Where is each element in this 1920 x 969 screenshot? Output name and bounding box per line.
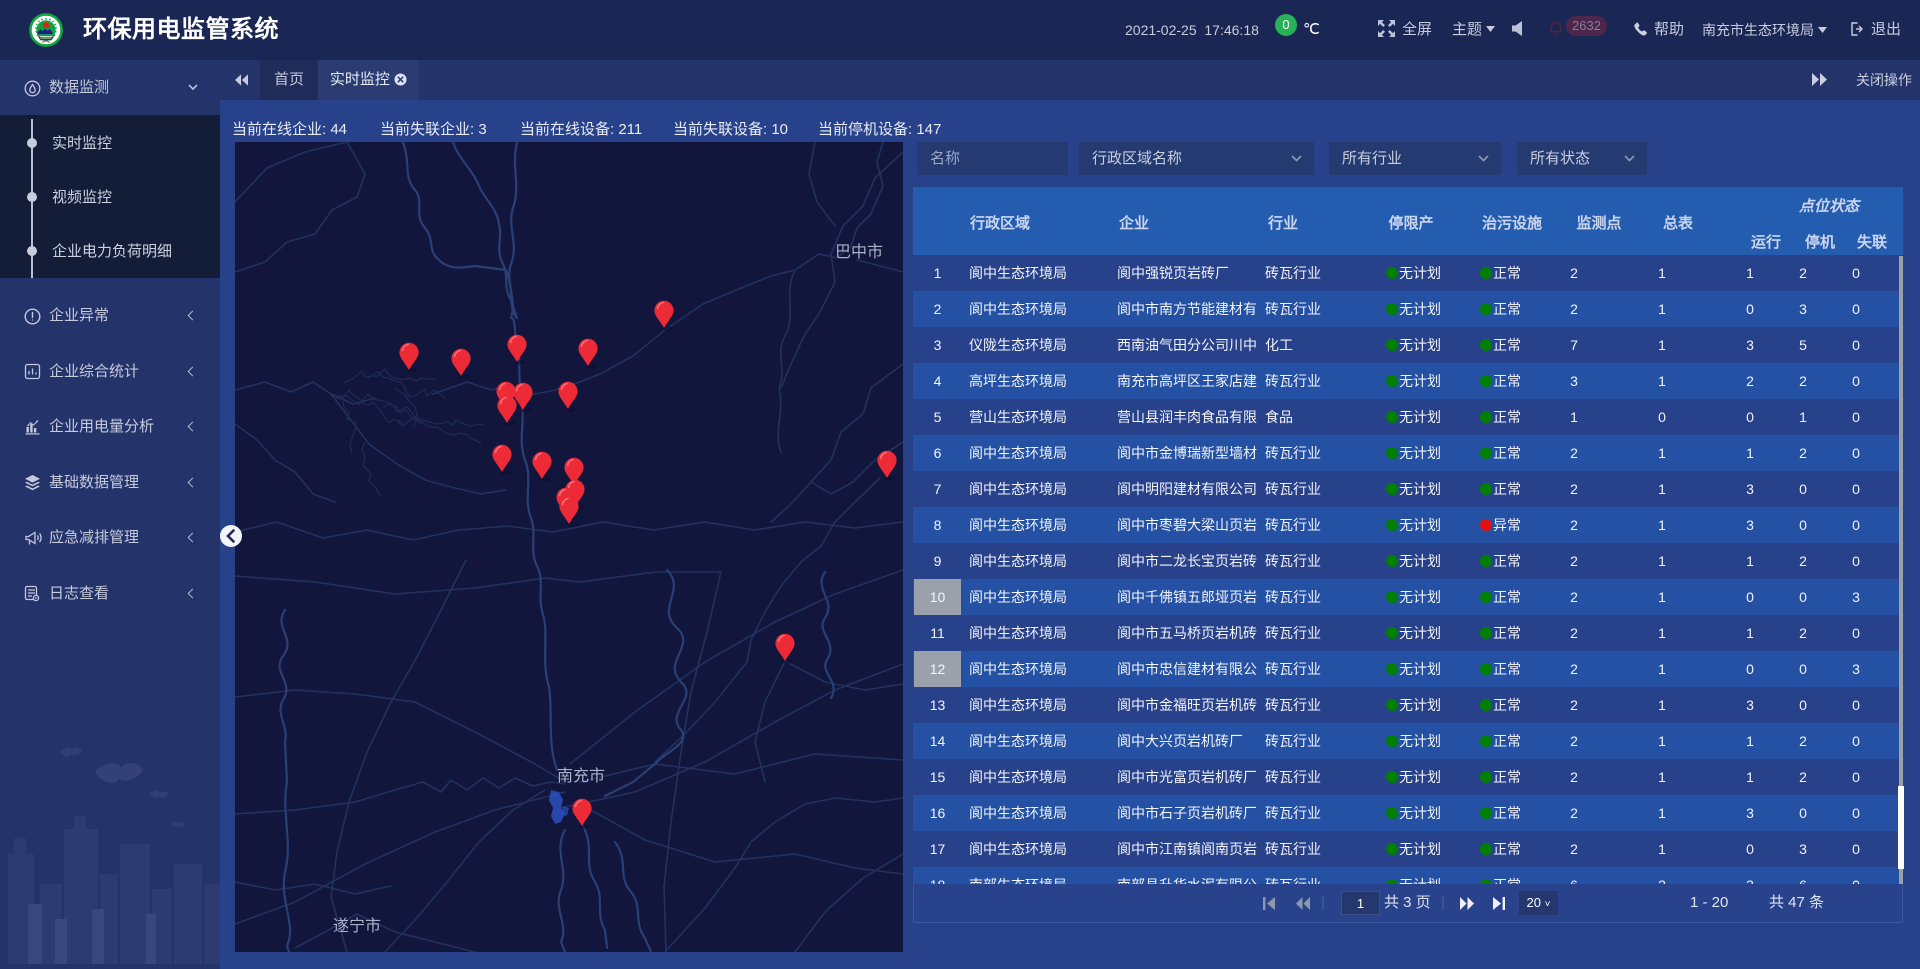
svg-text:巴中市: 巴中市: [835, 243, 883, 261]
svg-text:南充市: 南充市: [557, 767, 605, 785]
svg-text:遂宁市: 遂宁市: [333, 917, 381, 935]
